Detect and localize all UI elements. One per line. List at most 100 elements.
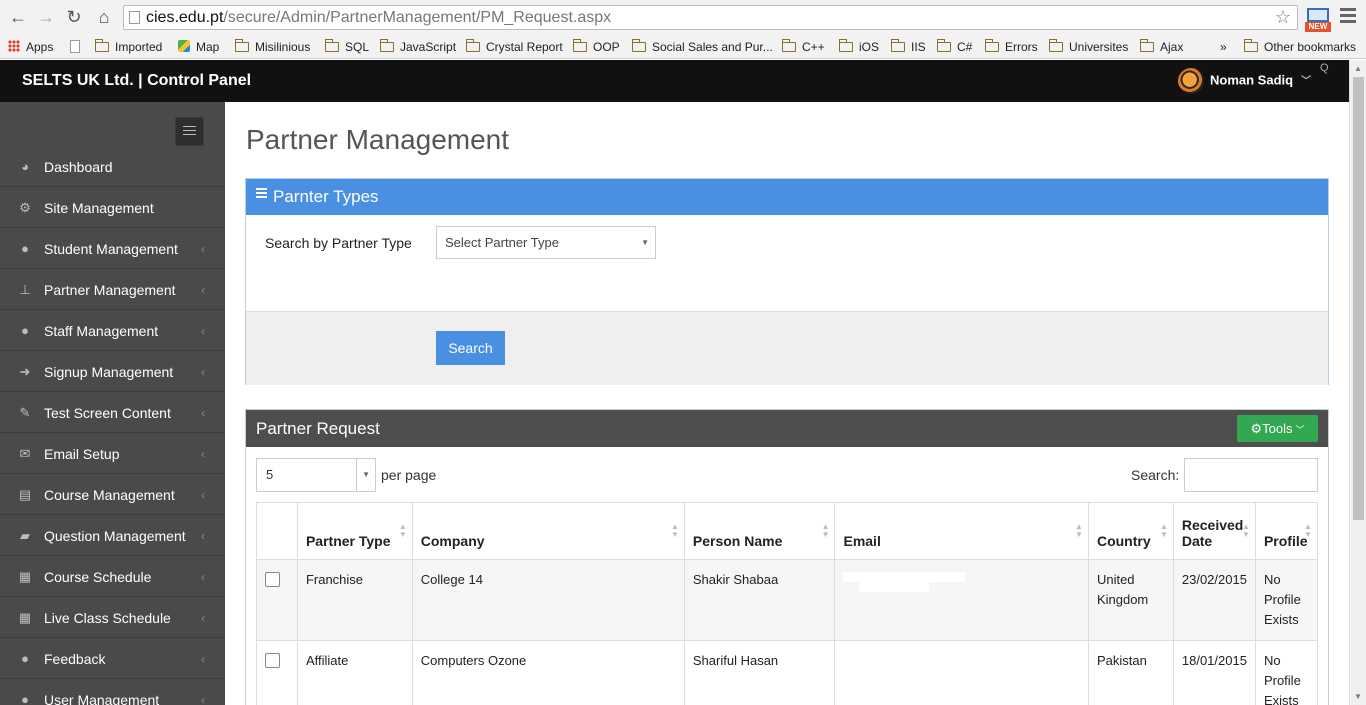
page-title: Partner Management bbox=[246, 124, 510, 155]
cell-received-date: 23/02/2015 bbox=[1172, 559, 1256, 641]
envelope-icon: ✉ bbox=[19, 446, 31, 461]
cell-country: United Kingdom bbox=[1087, 559, 1174, 641]
avatar bbox=[1178, 68, 1204, 94]
address-bar[interactable]: cies.edu.pt/secure/Admin/PartnerManageme… bbox=[123, 5, 1298, 30]
per-page-select[interactable]: 5 ▼ bbox=[256, 458, 376, 492]
bookmark-misilinious[interactable]: Misilinious bbox=[235, 38, 310, 56]
column-header-person-name[interactable]: Person Name ▲ ▼ bbox=[683, 502, 836, 560]
bookmark-star-icon[interactable]: ☆ bbox=[1275, 6, 1291, 29]
redacted-block bbox=[859, 582, 930, 592]
sidebar-item-course-management[interactable]: ▤ Course Management ‹ bbox=[0, 475, 225, 515]
partner-type-select[interactable]: Select Partner Type ▼ bbox=[436, 226, 656, 259]
users-icon: ● bbox=[21, 323, 29, 338]
folder-icon bbox=[839, 39, 853, 52]
table-row[interactable]: Affiliate Computers Ozone Shariful Hasan… bbox=[256, 640, 1319, 705]
bookmark-errors[interactable]: Errors bbox=[985, 38, 1038, 56]
user-menu[interactable]: Noman Sadiq ﹀ bbox=[1178, 68, 1311, 94]
chevron-left-icon: ‹ bbox=[201, 406, 205, 420]
row-checkbox-cell bbox=[256, 640, 298, 705]
sidebar-item-user-management[interactable]: ● User Management ‹ bbox=[0, 680, 225, 705]
bookmarks-bar: Apps Imported Map Misilinious SQL JavaSc… bbox=[0, 35, 1366, 59]
sidebar-item-label: Email Setup bbox=[44, 446, 120, 462]
bookmark-apps[interactable]: Apps bbox=[8, 38, 53, 56]
forward-arrow-icon[interactable]: → bbox=[35, 6, 57, 28]
sidebar-item-site-management[interactable]: ⚙ Site Management bbox=[0, 188, 225, 228]
sort-icon: ▲ ▼ bbox=[398, 522, 407, 539]
sidebar-item-label: Site Management bbox=[44, 200, 154, 216]
table-search-input[interactable] bbox=[1184, 458, 1318, 492]
app-header: SELTS UK Ltd. | Control Panel Noman Sadi… bbox=[0, 60, 1349, 102]
bookmark-ios[interactable]: iOS bbox=[839, 38, 879, 56]
row-checkbox[interactable] bbox=[265, 653, 280, 668]
sidebar-item-signup-management[interactable]: ➜ Signup Management ‹ bbox=[0, 352, 225, 392]
bookmark-javascript[interactable]: JavaScript bbox=[380, 38, 456, 56]
sidebar-toggle-icon[interactable] bbox=[175, 117, 204, 146]
bookmark-sql[interactable]: SQL bbox=[325, 38, 369, 56]
cell-email bbox=[834, 640, 1089, 705]
bookmark-map[interactable]: Map bbox=[178, 38, 219, 56]
page-scrollbar[interactable]: ▲ ▼ bbox=[1349, 60, 1366, 705]
reload-icon[interactable]: ↻ bbox=[63, 6, 85, 28]
sidebar-item-label: Course Schedule bbox=[44, 569, 152, 585]
column-header-company[interactable]: Company ▲ ▼ bbox=[411, 502, 685, 560]
sidebar-item-feedback[interactable]: ● Feedback ‹ bbox=[0, 639, 225, 679]
column-header-received-date[interactable]: Received Date ▲ ▼ bbox=[1172, 502, 1256, 560]
sidebar-item-live-class-schedule[interactable]: ▦ Live Class Schedule ‹ bbox=[0, 598, 225, 638]
bookmark-crystal-report[interactable]: Crystal Report bbox=[466, 38, 563, 56]
sidebar-item-label: Signup Management bbox=[44, 364, 174, 380]
book-icon: ▤ bbox=[18, 487, 32, 502]
browser-menu-icon[interactable] bbox=[1340, 8, 1356, 26]
brand-title[interactable]: SELTS UK Ltd. | Control Panel bbox=[22, 60, 251, 102]
scroll-down-icon[interactable]: ▼ bbox=[1354, 692, 1362, 701]
column-header-email[interactable]: Email ▲ ▼ bbox=[834, 502, 1089, 560]
bookmark-oop[interactable]: OOP bbox=[573, 38, 620, 56]
comments-icon: ● bbox=[21, 651, 29, 666]
column-header-partner-type[interactable]: Partner Type ▲ ▼ bbox=[296, 502, 413, 560]
sidebar: ◕ Dashboard ⚙ Site Management ● Student Manag… bbox=[0, 102, 225, 705]
cell-person-name: Shakir Shabaa bbox=[683, 559, 836, 641]
bookmark-ajax[interactable]: Ajax bbox=[1140, 38, 1183, 56]
apps-grid-icon bbox=[8, 40, 20, 52]
per-page-value: 5 bbox=[266, 467, 274, 482]
bookmark-social-sales[interactable]: Social Sales and Pur... bbox=[632, 38, 773, 56]
caret-down-icon: ▼ bbox=[362, 470, 370, 479]
scroll-up-icon[interactable]: ▲ bbox=[1354, 64, 1362, 73]
sidebar-item-student-management[interactable]: ● Student Management ‹ bbox=[0, 229, 225, 269]
cogs-icon: ⚙ bbox=[19, 200, 31, 215]
url-host: cies.edu.pt bbox=[146, 9, 224, 26]
bookmark-page[interactable] bbox=[70, 38, 88, 56]
main-content: Partner Management Parnter Types Search … bbox=[225, 102, 1349, 705]
bookmark-universites[interactable]: Universites bbox=[1049, 38, 1128, 56]
partner-request-panel: Partner Request ⚙Tools ﹀ 5 ▼ per page Sea… bbox=[245, 409, 1329, 705]
sidebar-item-test-screen-content[interactable]: ✎ Test Screen Content ‹ bbox=[0, 393, 225, 433]
sidebar-item-label: Live Class Schedule bbox=[44, 610, 171, 626]
back-arrow-icon[interactable]: ← bbox=[7, 6, 29, 28]
column-header-select bbox=[256, 502, 298, 560]
sidebar-item-question-management[interactable]: ▰ Question Management ‹ bbox=[0, 516, 225, 556]
bookmark-csharp[interactable]: C# bbox=[937, 38, 972, 56]
folder-icon bbox=[632, 39, 646, 52]
sidebar-item-dashboard[interactable]: ◕ Dashboard bbox=[0, 147, 225, 187]
browser-toolbar: ← → ↻ ⌂ cies.edu.pt/secure/Admin/Partner… bbox=[0, 0, 1366, 35]
cell-partner-type: Affiliate bbox=[296, 640, 413, 705]
bookmark-other[interactable]: Other bookmarks bbox=[1244, 38, 1356, 56]
cell-person-name: Shariful Hasan bbox=[683, 640, 836, 705]
sidebar-item-email-setup[interactable]: ✉ Email Setup ‹ bbox=[0, 434, 225, 474]
sidebar-item-course-schedule[interactable]: ▦ Course Schedule ‹ bbox=[0, 557, 225, 597]
column-header-country[interactable]: Country ▲ ▼ bbox=[1087, 502, 1174, 560]
scrollbar-thumb[interactable] bbox=[1353, 77, 1364, 520]
sidebar-item-staff-management[interactable]: ● Staff Management ‹ bbox=[0, 311, 225, 351]
table-row[interactable]: Franchise College 14 Shakir Shabaa Unite… bbox=[256, 559, 1319, 641]
folder-icon bbox=[573, 39, 587, 52]
bookmarks-overflow-button[interactable]: » bbox=[1220, 38, 1227, 56]
home-icon[interactable]: ⌂ bbox=[93, 6, 115, 28]
bookmark-iis[interactable]: IIS bbox=[891, 38, 926, 56]
extension-icon[interactable]: NEW bbox=[1305, 6, 1331, 32]
search-button[interactable]: Search bbox=[436, 331, 505, 365]
bookmark-cpp[interactable]: C++ bbox=[782, 38, 825, 56]
tools-button[interactable]: ⚙Tools ﹀ bbox=[1237, 415, 1318, 442]
row-checkbox[interactable] bbox=[265, 572, 280, 587]
bookmark-imported[interactable]: Imported bbox=[95, 38, 162, 56]
column-header-profile[interactable]: Profile ▲ ▼ bbox=[1254, 502, 1319, 560]
sidebar-item-partner-management[interactable]: ⊥ Partner Management ‹ bbox=[0, 270, 225, 310]
